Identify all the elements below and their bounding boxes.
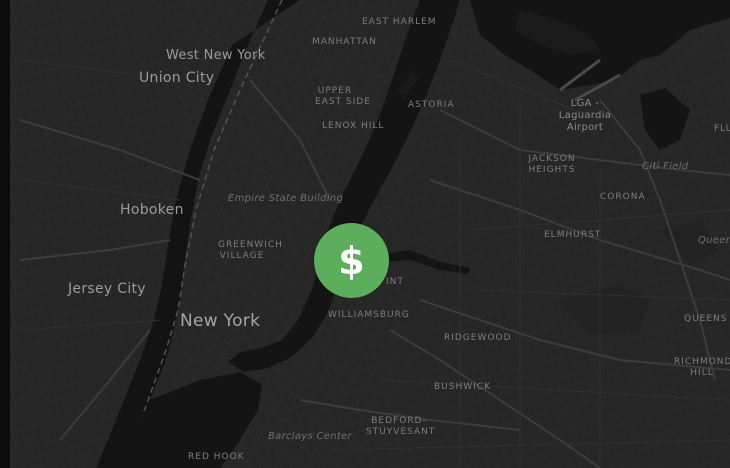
label-hoboken: Hoboken <box>120 202 184 218</box>
label-citi-field: Citi Field <box>642 161 689 172</box>
label-ridgewood: RIDGEWOOD <box>444 333 512 343</box>
label-barclays-center: Barclays Center <box>268 431 352 442</box>
label-upper-east-side-line1: UPPER <box>317 86 353 96</box>
label-west-new-york: West New York <box>166 48 266 63</box>
map-left-edge <box>0 0 10 468</box>
label-bedford-stuyvesant: BEDFORD- STUYVESANT <box>366 416 436 438</box>
label-richmond-line2: HILL <box>690 368 714 378</box>
label-empire-state-building: Empire State Building <box>228 193 344 204</box>
label-union-city: Union City <box>139 70 215 86</box>
label-bedford-line1: BEDFORD- <box>371 416 427 426</box>
label-jackson-heights-line1: JACKSON <box>528 154 576 164</box>
label-corona: CORONA <box>600 192 646 202</box>
label-flushing: FLU <box>714 124 730 134</box>
label-lga-line1: LGA - <box>570 98 600 109</box>
label-williamsburg: WILLIAMSBURG <box>328 310 410 320</box>
label-bedford-line2: STUYVESANT <box>366 427 436 437</box>
label-greenwich-line2: VILLAGE <box>219 251 265 261</box>
label-elmhurst: ELMHURST <box>544 230 602 240</box>
label-lga-line3: Airport <box>566 122 604 133</box>
label-east-harlem: EAST HARLEM <box>362 17 437 27</box>
label-richmond-line1: RICHMOND <box>674 357 730 367</box>
map-canvas[interactable]: EAST HARLEM MANHATTAN West New York Unio… <box>0 0 730 468</box>
label-queens-italic: Queens <box>698 235 730 246</box>
label-lga-line2: Laguardia <box>558 110 612 121</box>
label-jackson-heights-line2: HEIGHTS <box>528 165 576 175</box>
label-greenwich-line1: GREENWICH <box>218 240 283 250</box>
label-greenwich-village: GREENWICH VILLAGE <box>218 240 283 262</box>
label-manhattan: MANHATTAN <box>312 37 377 47</box>
label-queens: QUEENS <box>684 314 728 324</box>
label-jersey-city: Jersey City <box>68 281 146 297</box>
label-bushwick: BUSHWICK <box>434 382 491 392</box>
dollar-marker[interactable]: $ <box>314 223 389 298</box>
label-red-hook: RED HOOK <box>188 452 245 462</box>
label-astoria: ASTORIA <box>408 100 455 110</box>
label-greenpoint: INT <box>386 277 404 287</box>
label-upper-east-side-line2: EAST SIDE <box>315 97 371 107</box>
label-jackson-heights: JACKSON HEIGHTS <box>528 154 576 176</box>
label-lenox-hill: LENOX HILL <box>322 121 385 131</box>
label-lga-airport: LGA - Laguardia Airport <box>556 98 614 134</box>
label-new-york: New York <box>180 311 261 331</box>
label-richmond-hill: RICHMOND HILL <box>674 357 730 379</box>
label-upper-east-side: UPPER EAST SIDE <box>315 86 371 108</box>
dollar-icon: $ <box>338 238 365 283</box>
